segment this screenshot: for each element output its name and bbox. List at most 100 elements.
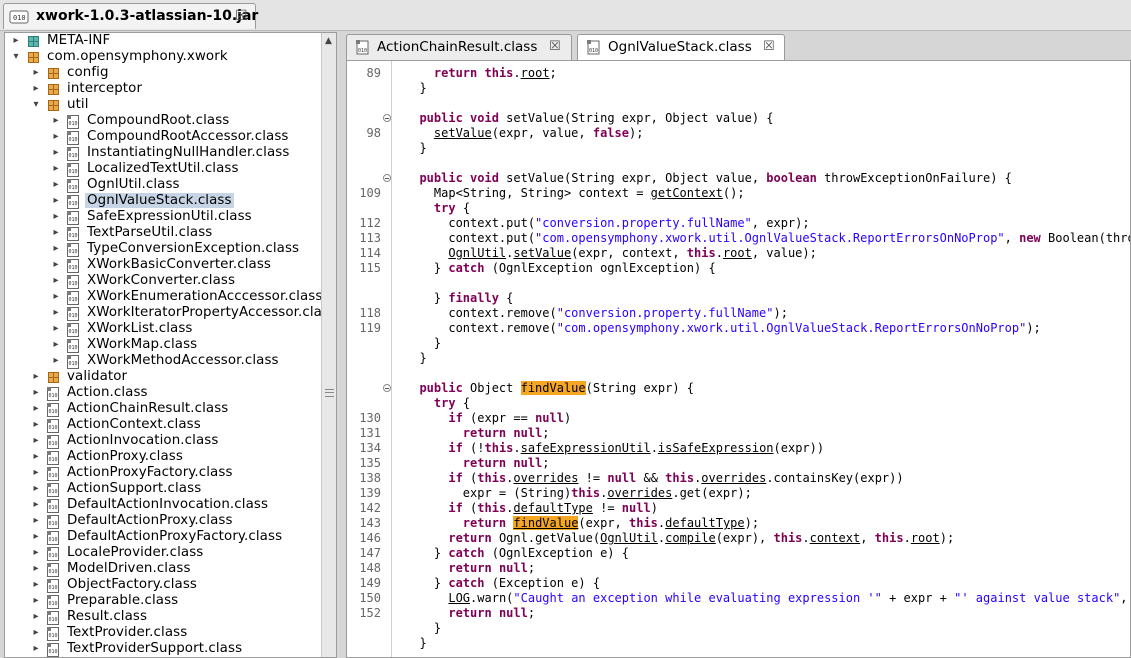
tree-class-item[interactable]: ▸ 010 LocalizedTextUtil.class: [5, 161, 321, 178]
tree-class-item[interactable]: ▸ 010 Preparable.class: [5, 593, 321, 610]
tree-class-item[interactable]: ▸ 010 TextParseUtil.class: [5, 225, 321, 242]
code-line[interactable]: public Object findValue(String expr) {: [405, 381, 694, 396]
tree-package-item[interactable]: ▸ META-INF: [5, 33, 321, 50]
code-line[interactable]: return null;: [405, 426, 550, 441]
expand-icon[interactable]: ▸: [48, 115, 64, 126]
code-line[interactable]: context.remove("conversion.property.full…: [405, 306, 788, 321]
tree-class-item[interactable]: ▸ 010 ObjectFactory.class: [5, 577, 321, 594]
code-line[interactable]: }: [405, 351, 426, 366]
expand-icon[interactable]: ▸: [48, 195, 64, 206]
code-line[interactable]: return this.root;: [405, 66, 557, 81]
tree-class-item[interactable]: ▸ 010 DefaultActionProxyFactory.class: [5, 529, 321, 546]
expand-icon[interactable]: ▸: [48, 307, 64, 318]
tree-class-item[interactable]: ▸ 010 CompoundRoot.class: [5, 113, 321, 130]
tree-package-item[interactable]: ▾ util: [5, 97, 321, 114]
code-line[interactable]: OgnlUtil.setValue(expr, context, this.ro…: [405, 246, 817, 261]
expand-icon[interactable]: ▸: [48, 211, 64, 222]
tree-class-item[interactable]: ▸ 010 TextProvider.class: [5, 625, 321, 642]
tree-class-item[interactable]: ▸ 010 LocaleProvider.class: [5, 545, 321, 562]
expand-icon[interactable]: ▸: [28, 419, 44, 430]
tab-jar-file[interactable]: 010 xwork-1.0.3-atlassian-10.jar ☒: [3, 3, 258, 29]
tree-class-item[interactable]: ▸ 010 Action.class: [5, 385, 321, 402]
tree-class-item[interactable]: ▸ 010 OgnlUtil.class: [5, 177, 321, 194]
tree-class-item[interactable]: ▸ 010 XWorkMethodAccessor.class: [5, 353, 321, 370]
tree-class-item[interactable]: ▸ 010 TextProviderSupport.class: [5, 641, 321, 657]
tab-ognlvaluestack[interactable]: 010 OgnlValueStack.class ☒: [577, 34, 785, 60]
expand-icon[interactable]: ▸: [28, 547, 44, 558]
expand-icon[interactable]: ▸: [48, 291, 64, 302]
code-line[interactable]: if (expr == null): [405, 411, 571, 426]
collapse-icon[interactable]: ▾: [8, 51, 24, 62]
code-line[interactable]: return null;: [405, 561, 535, 576]
tree-class-item[interactable]: ▸ 010 ActionProxyFactory.class: [5, 465, 321, 482]
tree-class-item[interactable]: ▸ 010 XWorkMap.class: [5, 337, 321, 354]
expand-icon[interactable]: ▸: [48, 339, 64, 350]
expand-icon[interactable]: ▸: [48, 131, 64, 142]
code-line[interactable]: } finally {: [405, 291, 514, 306]
expand-icon[interactable]: ▸: [28, 643, 44, 654]
code-line[interactable]: public void setValue(String expr, Object…: [405, 111, 773, 126]
close-icon[interactable]: ☒: [763, 39, 775, 54]
expand-icon[interactable]: ▸: [28, 435, 44, 446]
expand-icon[interactable]: ▸: [28, 67, 44, 78]
tree-class-item[interactable]: ▸ 010 ActionContext.class: [5, 417, 321, 434]
code-line[interactable]: return Ognl.getValue(OgnlUtil.compile(ex…: [405, 531, 954, 546]
expand-icon[interactable]: ▸: [28, 563, 44, 574]
fold-toggle-icon[interactable]: [383, 174, 391, 182]
close-icon[interactable]: ☒: [235, 8, 248, 24]
code-editor[interactable]: 89 98 109 112 113 114 115 118 119 130 131 134 135 138…: [346, 60, 1131, 658]
code-line[interactable]: if (!this.safeExpressionUtil.isSafeExpre…: [405, 441, 824, 456]
expand-icon[interactable]: ▸: [28, 387, 44, 398]
tree-class-item[interactable]: ▸ 010 XWorkConverter.class: [5, 273, 321, 290]
expand-icon[interactable]: ▸: [48, 147, 64, 158]
tab-actionchainresult[interactable]: 010 ActionChainResult.class ☒: [346, 34, 572, 60]
tree-scrollbar[interactable]: ▲: [321, 33, 336, 657]
tree-class-item[interactable]: ▸ 010 SafeExpressionUtil.class: [5, 209, 321, 226]
expand-icon[interactable]: ▸: [28, 83, 44, 94]
expand-icon[interactable]: ▸: [8, 35, 24, 46]
close-icon[interactable]: ☒: [549, 39, 561, 54]
scroll-up-icon[interactable]: ▲: [325, 36, 332, 46]
tree-class-item[interactable]: ▸ 010 XWorkIteratorPropertyAccessor.class: [5, 305, 321, 322]
code-line[interactable]: setValue(expr, value, false);: [405, 126, 644, 141]
expand-icon[interactable]: ▸: [48, 275, 64, 286]
code-lines[interactable]: return this.root; } public void setValue…: [405, 61, 1130, 657]
expand-icon[interactable]: ▸: [48, 355, 64, 366]
code-line[interactable]: if (this.overrides != null && this.overr…: [405, 471, 903, 486]
expand-icon[interactable]: ▸: [28, 531, 44, 542]
expand-icon[interactable]: ▸: [48, 243, 64, 254]
code-line[interactable]: Map<String, String> context = getContext…: [405, 186, 745, 201]
expand-icon[interactable]: ▸: [48, 323, 64, 334]
tree-class-item[interactable]: ▸ 010 ActionChainResult.class: [5, 401, 321, 418]
expand-icon[interactable]: ▸: [48, 259, 64, 270]
tree-class-item[interactable]: ▸ 010 XWorkEnumerationAcccessor.class: [5, 289, 321, 306]
fold-toggle-icon[interactable]: [383, 384, 391, 392]
code-line[interactable]: if (this.defaultType != null): [405, 501, 658, 516]
code-line[interactable]: try {: [405, 201, 470, 216]
tree-class-item[interactable]: ▸ 010 InstantiatingNullHandler.class: [5, 145, 321, 162]
code-line[interactable]: expr = (String)this.overrides.get(expr);: [405, 486, 752, 501]
code-line[interactable]: }: [405, 636, 426, 651]
code-line[interactable]: context.put("com.opensymphony.xwork.util…: [405, 231, 1130, 246]
expand-icon[interactable]: ▸: [28, 579, 44, 590]
expand-icon[interactable]: ▸: [28, 595, 44, 606]
tree-class-item[interactable]: ▸ 010 DefaultActionProxy.class: [5, 513, 321, 530]
code-line[interactable]: context.put("conversion.property.fullNam…: [405, 216, 809, 231]
tree-class-item[interactable]: ▸ 010 TypeConversionException.class: [5, 241, 321, 258]
expand-icon[interactable]: ▸: [28, 371, 44, 382]
tree-class-item[interactable]: ▸ 010 Result.class: [5, 609, 321, 626]
code-line[interactable]: }: [405, 141, 426, 156]
code-line[interactable]: return null;: [405, 606, 535, 621]
tree-package-item[interactable]: ▸ validator: [5, 369, 321, 386]
fold-toggle-icon[interactable]: [383, 114, 391, 122]
tree-class-item[interactable]: ▸ 010 ModelDriven.class: [5, 561, 321, 578]
tree-class-item[interactable]: ▸ 010 CompoundRootAccessor.class: [5, 129, 321, 146]
tree-class-item[interactable]: ▸ 010 XWorkList.class: [5, 321, 321, 338]
tree-class-item[interactable]: ▸ 010 ActionProxy.class: [5, 449, 321, 466]
tree-class-item[interactable]: ▸ 010 OgnlValueStack.class: [5, 193, 321, 210]
expand-icon[interactable]: ▸: [48, 227, 64, 238]
code-line[interactable]: return null;: [405, 456, 550, 471]
expand-icon[interactable]: ▸: [28, 611, 44, 622]
expand-icon[interactable]: ▸: [48, 179, 64, 190]
tree-class-item[interactable]: ▸ 010 DefaultActionInvocation.class: [5, 497, 321, 514]
